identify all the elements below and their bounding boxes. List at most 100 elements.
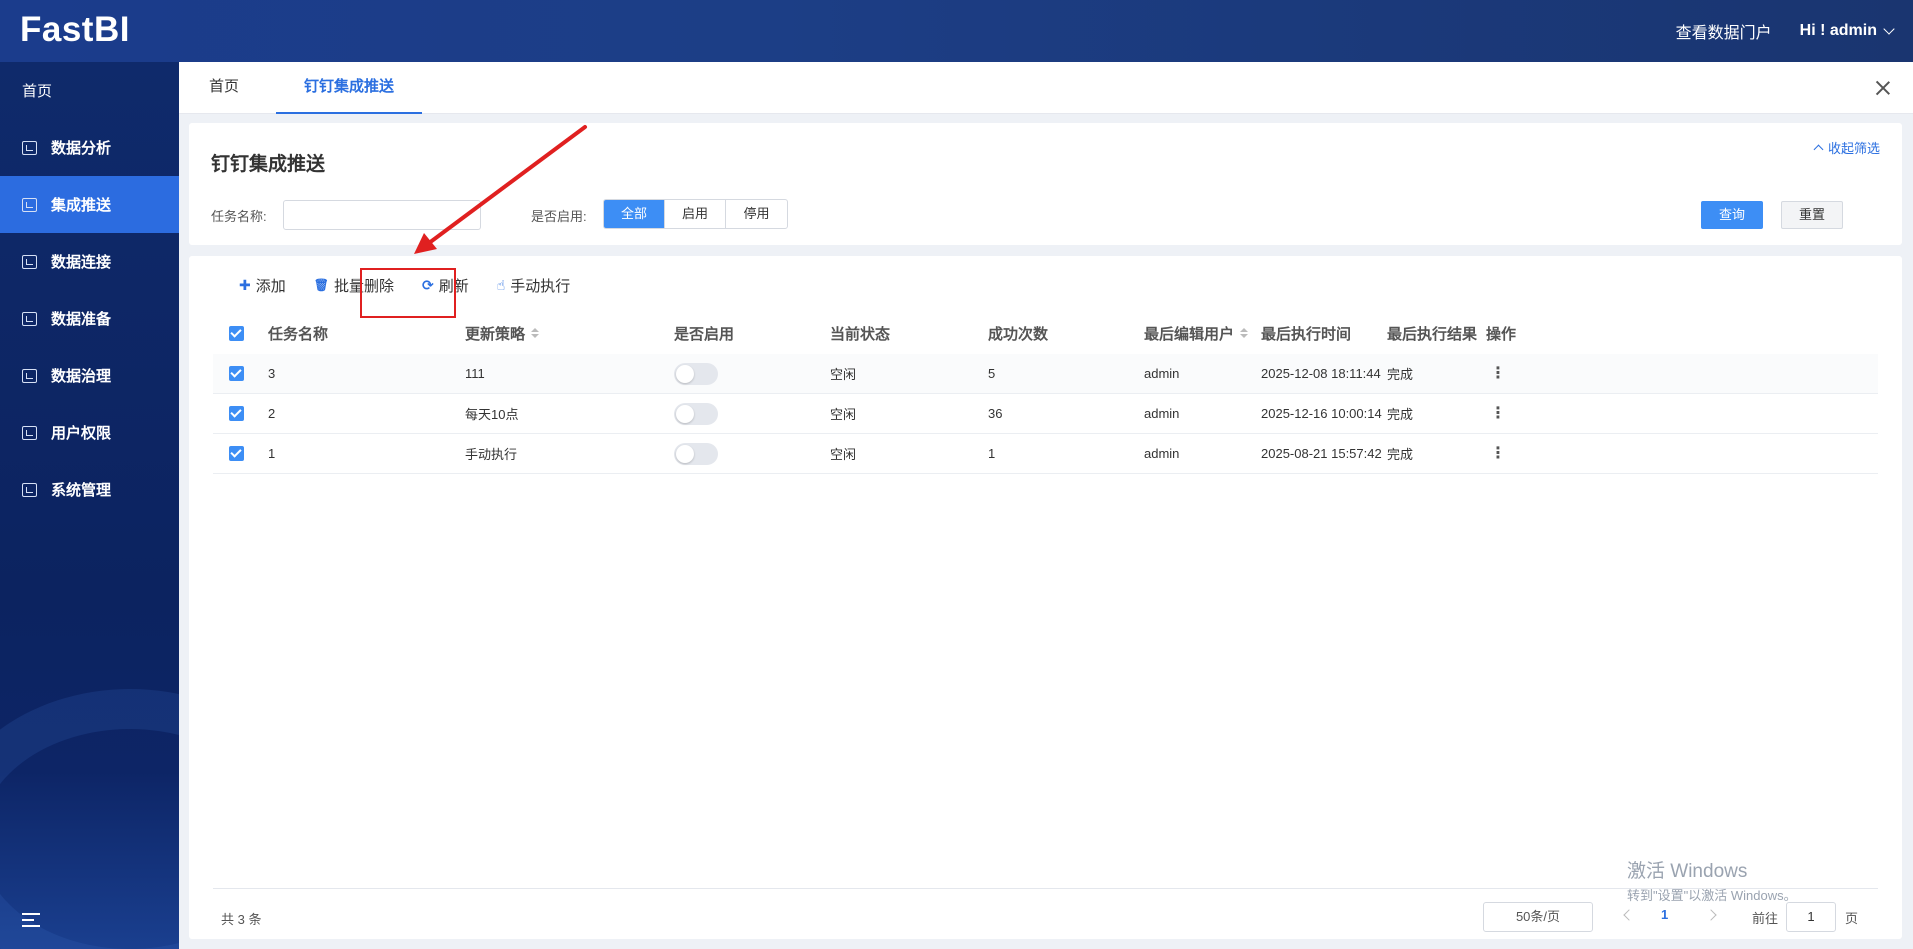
enabled-label: 是否启用: bbox=[531, 209, 587, 224]
collapse-filter-button[interactable]: 收起筛选 bbox=[1813, 138, 1880, 157]
tab-dingtalk-push[interactable]: 钉钉集成推送 bbox=[276, 62, 422, 114]
menu-collapse-icon[interactable] bbox=[22, 913, 40, 927]
cell-name: 2 bbox=[268, 406, 276, 421]
cell-editor: admin bbox=[1144, 446, 1180, 461]
manual-run-button[interactable]: ☝ 手动执行 bbox=[497, 275, 571, 296]
sidebar-item-label: 数据治理 bbox=[51, 368, 112, 385]
sidebar-item-home[interactable]: 首页 bbox=[0, 62, 179, 119]
enabled-toggle[interactable] bbox=[674, 362, 718, 385]
table-row[interactable]: 2 每天10点 空闲 36 admin 2025-12-16 10:00:14 … bbox=[213, 394, 1878, 434]
cell-result: 完成 bbox=[1387, 447, 1414, 462]
permission-icon bbox=[22, 425, 37, 440]
task-name-label: 任务名称: bbox=[211, 209, 267, 224]
query-button[interactable]: 查询 bbox=[1701, 201, 1763, 229]
row-checkbox[interactable] bbox=[229, 446, 244, 461]
page-number[interactable]: 1 bbox=[1661, 907, 1668, 922]
connect-icon bbox=[22, 254, 37, 269]
chevron-up-icon bbox=[1813, 144, 1824, 155]
sidebar-item-label: 用户权限 bbox=[51, 425, 112, 442]
col-header-actions: 操作 bbox=[1486, 325, 1517, 343]
cell-strategy: 每天10点 bbox=[465, 407, 519, 422]
cell-name: 1 bbox=[268, 446, 276, 461]
prev-page-icon[interactable] bbox=[1623, 909, 1635, 921]
cell-strategy: 手动执行 bbox=[465, 447, 518, 462]
toolbar: ✚ 添加 🗑 批量删除 ⟳ 刷新 ☝ 手动执行 bbox=[239, 268, 598, 318]
enabled-option-all[interactable]: 全部 bbox=[604, 200, 665, 228]
manual-run-label: 手动执行 bbox=[510, 277, 571, 295]
enabled-segmented-control: 全部 启用 停用 bbox=[603, 199, 788, 229]
app-logo[interactable]: FastBI bbox=[20, 10, 130, 50]
cell-last-run: 2025-12-08 18:11:44 bbox=[1261, 366, 1381, 381]
task-table: 任务名称 更新策略 是否启用 当前状态 成功次数 最后编辑用户 最后执行时间 最… bbox=[213, 312, 1878, 474]
table-row[interactable]: 3 111 空闲 5 admin 2025-12-08 18:11:44 完成 … bbox=[213, 354, 1878, 394]
sidebar-item-connect[interactable]: 数据连接 bbox=[0, 233, 179, 290]
cell-success-count: 36 bbox=[988, 406, 1003, 421]
portal-link[interactable]: 查看数据门户 bbox=[1676, 19, 1772, 43]
sidebar-item-label: 首页 bbox=[22, 83, 53, 100]
system-icon bbox=[22, 482, 37, 497]
cell-status: 空闲 bbox=[830, 407, 857, 422]
total-count: 共 3 条 bbox=[221, 912, 262, 927]
sidebar-item-label: 数据分析 bbox=[51, 140, 112, 157]
col-header-strategy[interactable]: 更新策略 bbox=[465, 312, 540, 354]
col-header-editor[interactable]: 最后编辑用户 bbox=[1144, 312, 1249, 354]
more-actions-icon[interactable]: ⋮ bbox=[1490, 434, 1506, 473]
next-page-icon[interactable] bbox=[1705, 909, 1717, 921]
main-panel: ✚ 添加 🗑 批量删除 ⟳ 刷新 ☝ 手动执行 任务名称 更新策略 是否启用 当… bbox=[189, 256, 1902, 939]
row-checkbox[interactable] bbox=[229, 366, 244, 381]
cell-strategy: 111 bbox=[465, 366, 485, 381]
sidebar: 首页 数据分析 集成推送 数据连接 数据准备 数据治理 用户权限 系统管理 bbox=[0, 62, 179, 949]
cell-last-run: 2025-08-21 15:57:42 bbox=[1261, 446, 1382, 461]
watermark-line2: 转到"设置"以激活 Windows。 bbox=[1627, 888, 1797, 903]
page-size-select[interactable]: 50条/页 bbox=[1483, 902, 1593, 932]
filter-panel: 钉钉集成推送 收起筛选 任务名称: 是否启用: 全部 启用 停用 查询 重置 bbox=[189, 123, 1902, 245]
more-actions-icon[interactable]: ⋮ bbox=[1490, 394, 1506, 433]
user-greeting: Hi ! admin bbox=[1799, 22, 1877, 39]
enabled-option-on[interactable]: 启用 bbox=[665, 200, 726, 228]
enabled-toggle[interactable] bbox=[674, 442, 718, 465]
trash-icon: 🗑 bbox=[313, 278, 329, 292]
select-all-checkbox[interactable] bbox=[229, 325, 244, 341]
cell-last-run: 2025-12-16 10:00:14 bbox=[1261, 406, 1382, 421]
cell-name: 3 bbox=[268, 366, 276, 381]
plus-icon: ✚ bbox=[239, 276, 251, 293]
task-name-input[interactable] bbox=[283, 200, 481, 230]
reset-button[interactable]: 重置 bbox=[1781, 201, 1843, 229]
table-row[interactable]: 1 手动执行 空闲 1 admin 2025-08-21 15:57:42 完成… bbox=[213, 434, 1878, 474]
table-header: 任务名称 更新策略 是否启用 当前状态 成功次数 最后编辑用户 最后执行时间 最… bbox=[213, 312, 1878, 354]
sidebar-item-label: 数据准备 bbox=[51, 311, 112, 328]
enabled-option-off[interactable]: 停用 bbox=[726, 200, 787, 228]
row-checkbox[interactable] bbox=[229, 406, 244, 421]
more-actions-icon[interactable]: ⋮ bbox=[1490, 354, 1506, 393]
sidebar-item-label: 数据连接 bbox=[51, 254, 112, 271]
sidebar-item-permission[interactable]: 用户权限 bbox=[0, 404, 179, 461]
col-header-result: 最后执行结果 bbox=[1387, 325, 1478, 343]
enabled-toggle[interactable] bbox=[674, 402, 718, 425]
close-icon[interactable] bbox=[1875, 80, 1891, 96]
sidebar-item-label: 集成推送 bbox=[51, 197, 112, 214]
goto-label: 前往 bbox=[1752, 911, 1779, 926]
col-header-editor-label: 最后编辑用户 bbox=[1144, 325, 1235, 343]
sidebar-item-push[interactable]: 集成推送 bbox=[0, 176, 179, 233]
sidebar-item-system[interactable]: 系统管理 bbox=[0, 461, 179, 518]
add-button[interactable]: ✚ 添加 bbox=[239, 275, 286, 296]
sidebar-item-govern[interactable]: 数据治理 bbox=[0, 347, 179, 404]
cell-status: 空闲 bbox=[830, 447, 857, 462]
cell-status: 空闲 bbox=[830, 367, 857, 382]
cell-result: 完成 bbox=[1387, 367, 1414, 382]
sidebar-item-prepare[interactable]: 数据准备 bbox=[0, 290, 179, 347]
cell-success-count: 5 bbox=[988, 366, 996, 381]
tab-home[interactable]: 首页 bbox=[209, 62, 239, 114]
goto-page-input[interactable]: 1 bbox=[1786, 902, 1836, 932]
sort-icon[interactable] bbox=[1240, 328, 1249, 338]
push-icon bbox=[22, 197, 37, 212]
col-header-status: 当前状态 bbox=[830, 325, 891, 343]
sidebar-item-analysis[interactable]: 数据分析 bbox=[0, 119, 179, 176]
sort-icon[interactable] bbox=[531, 328, 540, 338]
col-header-success: 成功次数 bbox=[988, 325, 1049, 343]
user-menu[interactable]: Hi ! admin bbox=[1799, 22, 1895, 40]
chevron-down-icon bbox=[1883, 23, 1895, 35]
hand-pointer-icon: ☝ bbox=[496, 276, 506, 293]
col-header-enabled: 是否启用 bbox=[674, 325, 735, 343]
page-unit-label: 页 bbox=[1845, 911, 1859, 926]
